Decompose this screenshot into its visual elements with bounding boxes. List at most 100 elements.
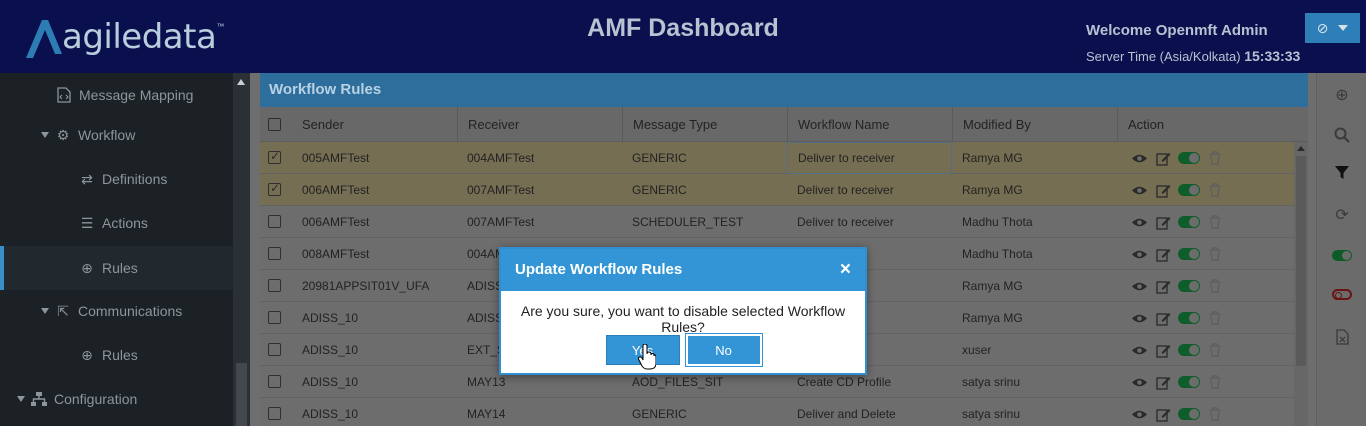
share-icon: ⇱: [57, 302, 69, 319]
edit-icon[interactable]: [1154, 342, 1172, 358]
scrollbar-thumb[interactable]: [1296, 156, 1306, 366]
edit-icon[interactable]: [1154, 150, 1172, 166]
scrollbar-thumb[interactable]: [236, 363, 247, 426]
table-row[interactable]: 006AMFTest 007AMFTest SCHEDULER_TEST Delive…: [260, 206, 1294, 238]
sidebar-item-configuration[interactable]: Configuration: [0, 377, 233, 421]
row-checkbox[interactable]: [268, 149, 281, 164]
eye-icon[interactable]: [1130, 182, 1148, 198]
sidebar-item-rules[interactable]: ⊕ Rules: [0, 246, 233, 290]
row-actions: [1130, 214, 1224, 230]
eye-icon[interactable]: [1130, 310, 1148, 326]
row-checkbox[interactable]: [268, 279, 281, 292]
toggle-off-icon[interactable]: [1330, 282, 1354, 306]
cell-modified-by: Ramya MG: [962, 183, 1023, 197]
no-button[interactable]: No: [684, 333, 763, 367]
row-actions: [1130, 182, 1224, 198]
select-all-checkbox[interactable]: [268, 118, 281, 131]
eye-icon[interactable]: [1130, 246, 1148, 262]
row-checkbox[interactable]: [268, 311, 281, 324]
filter-icon[interactable]: [1330, 161, 1354, 185]
plus-circle-icon[interactable]: ⊕: [1330, 83, 1354, 107]
edit-icon[interactable]: [1154, 374, 1172, 390]
row-checkbox[interactable]: [268, 375, 281, 388]
trash-icon[interactable]: [1206, 278, 1224, 294]
row-checkbox[interactable]: [268, 343, 281, 356]
edit-icon[interactable]: [1154, 406, 1172, 422]
column-header-message-type[interactable]: Message Type: [622, 107, 787, 142]
trash-icon[interactable]: [1206, 406, 1224, 422]
eye-icon[interactable]: [1130, 150, 1148, 166]
cell-sender: 006AMFTest: [302, 215, 370, 229]
refresh-icon[interactable]: ⟳: [1330, 203, 1354, 227]
eye-icon[interactable]: [1130, 214, 1148, 230]
toggle-switch[interactable]: [1178, 152, 1200, 164]
column-header-receiver[interactable]: Receiver: [457, 107, 622, 142]
sitemap-icon: [31, 391, 47, 407]
row-checkbox[interactable]: [268, 181, 281, 196]
sidebar-item-actions[interactable]: ☰ Actions: [0, 201, 233, 245]
toggle-on-icon[interactable]: [1330, 243, 1354, 267]
sidebar-item-label: Message Mapping: [79, 87, 194, 103]
user-menu-button[interactable]: ⊘: [1305, 13, 1360, 43]
sidebar-item-communication-rules[interactable]: ⊕ Rules: [0, 333, 233, 377]
column-header-sender[interactable]: Sender: [292, 107, 457, 142]
row-checkbox[interactable]: [268, 247, 281, 260]
toggle-switch[interactable]: [1178, 184, 1200, 196]
trash-icon[interactable]: [1206, 342, 1224, 358]
table-row[interactable]: ADISS_10 MAY14 GENERIC Deliver and Delete sa…: [260, 398, 1294, 426]
edit-icon[interactable]: [1154, 278, 1172, 294]
export-file-icon[interactable]: [1330, 325, 1354, 349]
server-time: Server Time (Asia/Kolkata) 15:33:33: [1086, 48, 1300, 64]
circle-down-icon: ⊕: [81, 346, 93, 363]
sidebar-item-label: Communications: [78, 303, 183, 319]
sidebar-item-communications[interactable]: ⇱ Communications: [0, 289, 233, 333]
sidebar-item-label: Actions: [102, 215, 148, 231]
close-icon[interactable]: ×: [840, 259, 851, 281]
toggle-switch[interactable]: [1178, 280, 1200, 292]
toggle-switch[interactable]: [1178, 312, 1200, 324]
eye-icon[interactable]: [1130, 374, 1148, 390]
cell-message-type: GENERIC: [632, 151, 687, 165]
toggle-switch[interactable]: [1178, 248, 1200, 260]
toggle-switch[interactable]: [1178, 408, 1200, 420]
row-checkbox[interactable]: [268, 215, 281, 228]
toggle-switch[interactable]: [1178, 344, 1200, 356]
trash-icon[interactable]: [1206, 214, 1224, 230]
sidebar-item-workflow[interactable]: ⚙ Workflow: [0, 113, 233, 157]
column-header-workflow-name[interactable]: Workflow Name: [787, 107, 952, 142]
toggle-switch[interactable]: [1178, 216, 1200, 228]
table-row[interactable]: 006AMFTest 007AMFTest GENERIC Deliver to re…: [260, 174, 1294, 206]
edit-icon[interactable]: [1154, 182, 1172, 198]
logo-trademark: ™: [216, 22, 225, 31]
edit-icon[interactable]: [1154, 310, 1172, 326]
row-actions: [1130, 406, 1224, 422]
row-actions: [1130, 310, 1224, 326]
welcome-text: Welcome Openmft Admin: [1086, 22, 1268, 39]
trash-icon[interactable]: [1206, 150, 1224, 166]
sidebar-item-message-mapping[interactable]: Message Mapping: [0, 73, 233, 117]
eye-icon[interactable]: [1130, 342, 1148, 358]
document-code-icon: [56, 87, 72, 103]
edit-icon[interactable]: [1154, 214, 1172, 230]
trash-icon[interactable]: [1206, 310, 1224, 326]
eye-icon[interactable]: [1130, 278, 1148, 294]
edit-icon[interactable]: [1154, 246, 1172, 262]
trash-icon[interactable]: [1206, 374, 1224, 390]
eye-icon[interactable]: [1130, 406, 1148, 422]
trash-icon[interactable]: [1206, 182, 1224, 198]
scroll-up-icon[interactable]: [237, 79, 245, 85]
row-checkbox[interactable]: [268, 407, 281, 420]
table-row[interactable]: 005AMFTest 004AMFTest GENERIC Deliver to re…: [260, 142, 1294, 174]
table-scrollbar[interactable]: [1294, 142, 1308, 426]
toggle-switch[interactable]: [1178, 376, 1200, 388]
scroll-up-icon[interactable]: [1297, 146, 1305, 151]
cell-sender: 005AMFTest: [302, 151, 370, 165]
trash-icon[interactable]: [1206, 246, 1224, 262]
search-icon[interactable]: [1330, 123, 1354, 147]
column-header-modified-by[interactable]: Modified By: [952, 107, 1117, 142]
gear-icon: ⚙: [56, 126, 70, 143]
sidebar-item-definitions[interactable]: ⇄ Definitions: [0, 157, 233, 201]
row-actions: [1130, 342, 1224, 358]
sidebar-scrollbar[interactable]: [233, 73, 250, 426]
agiledata-logo[interactable]: agiledata ™: [22, 14, 224, 60]
